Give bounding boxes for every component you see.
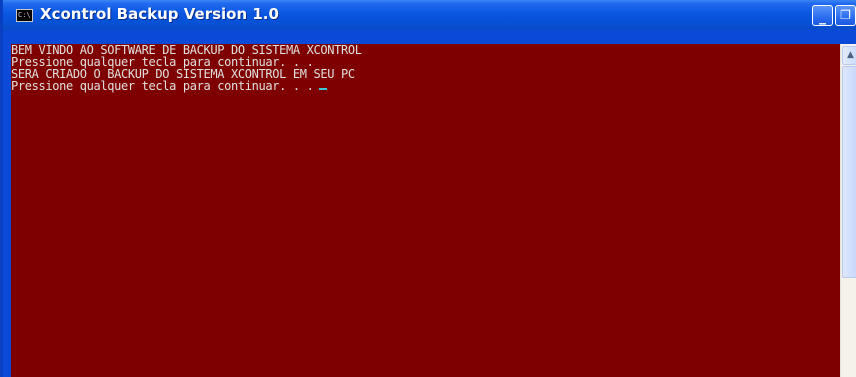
- restore-button[interactable]: ❐: [835, 5, 856, 26]
- scroll-thumb[interactable]: [842, 66, 856, 278]
- vertical-scrollbar[interactable]: ▲: [840, 44, 856, 377]
- console-window: C:\ Xcontrol Backup Version 1.0 _ ❐ ✕ BE…: [0, 0, 856, 377]
- minimize-button[interactable]: _: [812, 5, 833, 26]
- title-bar[interactable]: C:\ Xcontrol Backup Version 1.0 _ ❐ ✕: [3, 0, 856, 30]
- window-title: Xcontrol Backup Version 1.0: [40, 5, 279, 23]
- scroll-up-button[interactable]: ▲: [842, 46, 856, 65]
- text-cursor: [319, 88, 328, 90]
- console-line-text: Pressione qualquer tecla para continuar.…: [11, 79, 314, 93]
- console-icon[interactable]: C:\: [16, 9, 33, 22]
- console-line-with-cursor: Pressione qualquer tecla para continuar.…: [11, 80, 362, 92]
- console-output[interactable]: BEM VINDO AO SOFTWARE DE BACKUP DO SISTE…: [11, 44, 840, 377]
- console-text: BEM VINDO AO SOFTWARE DE BACKUP DO SISTE…: [11, 44, 362, 92]
